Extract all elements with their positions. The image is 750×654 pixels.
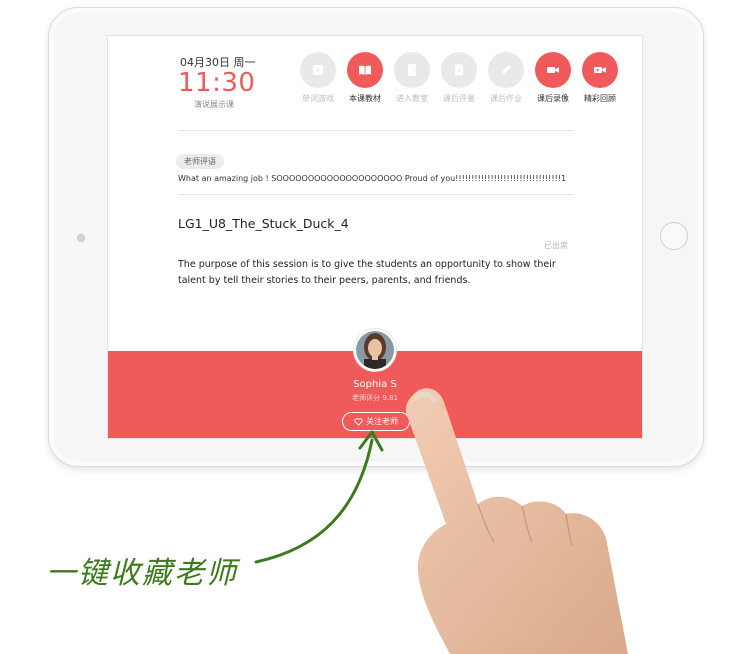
caption-text: 一键收藏老师 [46, 556, 238, 591]
pointing-hand [405, 388, 628, 654]
